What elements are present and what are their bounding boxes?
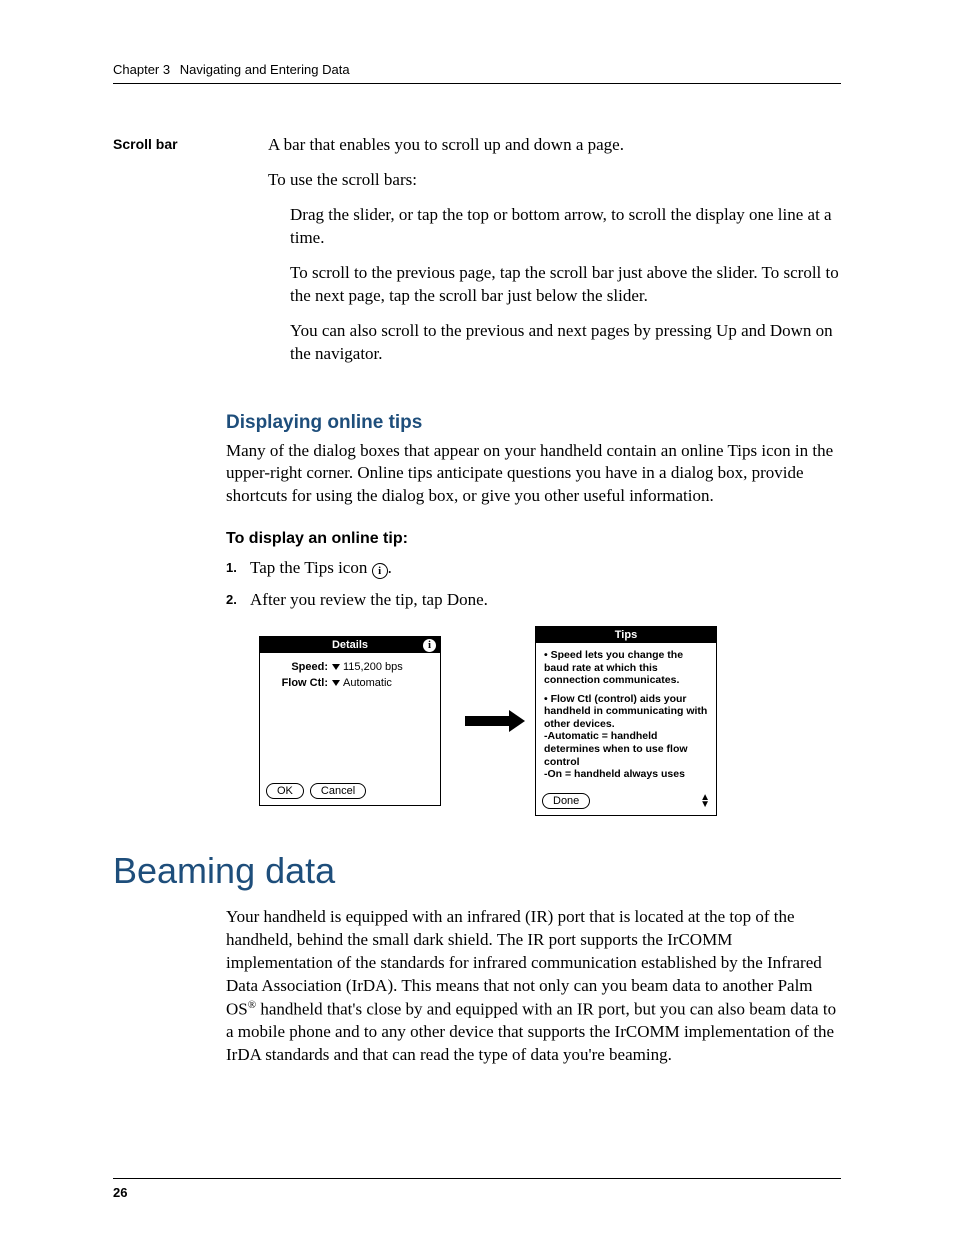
cancel-button: Cancel [310, 783, 366, 799]
chapter-title: Navigating and Entering Data [180, 62, 350, 77]
step-1-text: Tap the Tips icon [250, 558, 372, 577]
tips-icon: i [372, 563, 388, 579]
details-dialog: Details i Speed: 115,200 bps Flow Ctl: A… [259, 636, 441, 806]
tips-dialog: Tips • Speed lets you change the baud ra… [535, 626, 717, 816]
flow-value: Automatic [343, 677, 392, 689]
info-icon: i [423, 639, 436, 652]
arrow-icon [465, 716, 511, 726]
page-number: 26 [113, 1178, 841, 1200]
subheading-online-tips: Displaying online tips [226, 412, 841, 434]
term-definition: A bar that enables you to scroll up and … [268, 134, 841, 378]
details-title: Details [332, 639, 368, 651]
tips-line1: • Speed lets you change the baud rate at… [544, 649, 708, 687]
registered-mark: ® [248, 999, 256, 1011]
dropdown-icon [332, 664, 340, 670]
step-1-number: 1. [226, 556, 250, 580]
beaming-body-2: handheld that's close by and equipped wi… [226, 999, 836, 1064]
term-p5: You can also scroll to the previous and … [290, 320, 841, 366]
heading-beaming-data: Beaming data [113, 850, 841, 892]
speed-label: Speed: [270, 661, 328, 673]
running-header: Chapter 3 Navigating and Entering Data [113, 62, 841, 84]
procedure-heading: To display an online tip: [226, 530, 841, 548]
tips-body-text: Many of the dialog boxes that appear on … [226, 440, 841, 509]
step-1: 1. Tap the Tips icon i. [226, 556, 841, 580]
speed-value: 115,200 bps [343, 661, 403, 673]
tips-title-bar: Tips [536, 627, 716, 643]
chapter-label: Chapter 3 [113, 62, 170, 77]
term-p2: To use the scroll bars: [268, 169, 841, 192]
term-label: Scroll bar [113, 134, 268, 378]
flow-label: Flow Ctl: [270, 677, 328, 689]
term-p1: A bar that enables you to scroll up and … [268, 134, 841, 157]
tips-line3: -Automatic = handheld determines when to… [544, 730, 688, 767]
step-2: 2. After you review the tip, tap Done. [226, 588, 841, 612]
details-title-bar: Details i [260, 637, 440, 653]
tips-line4: -On = handheld always uses [544, 768, 685, 780]
tips-title: Tips [615, 629, 637, 641]
scroll-arrows-icon: ▲▼ [700, 794, 710, 808]
step-1-tail: . [388, 558, 392, 577]
done-button: Done [542, 793, 590, 809]
term-p4: To scroll to the previous page, tap the … [290, 262, 841, 308]
ok-button: OK [266, 783, 304, 799]
tips-line2: • Flow Ctl (control) aids your handheld … [544, 693, 707, 730]
term-p3: Drag the slider, or tap the top or botto… [290, 204, 841, 250]
beaming-body: Your handheld is equipped with an infrar… [226, 906, 841, 1067]
step-2-text: After you review the tip, tap Done. [250, 588, 841, 612]
illustration: Details i Speed: 115,200 bps Flow Ctl: A… [259, 626, 841, 816]
step-2-number: 2. [226, 588, 250, 612]
dropdown-icon [332, 680, 340, 686]
